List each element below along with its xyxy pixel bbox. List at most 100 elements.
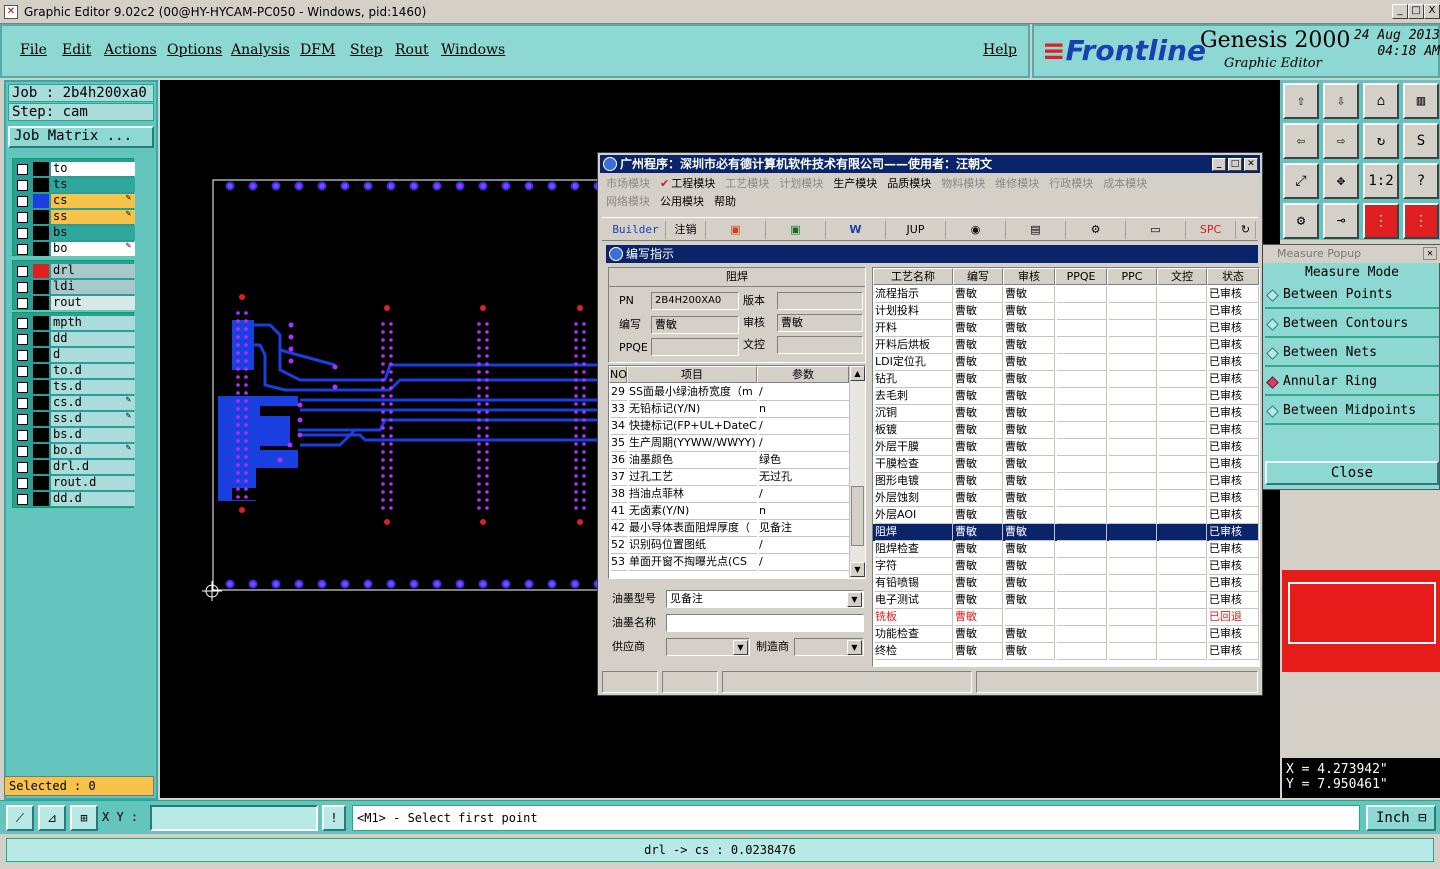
layer-name[interactable]: mpth (51, 316, 135, 330)
param-cell[interactable]: 33 (611, 401, 627, 418)
maker-select[interactable]: ▼ (794, 638, 864, 656)
scale-1-2-icon[interactable]: 1:2 (1363, 163, 1399, 199)
param-cell[interactable]: 42 (611, 520, 627, 537)
module-menu-item[interactable]: 品质模块 (887, 177, 931, 190)
layer-name[interactable]: drl.d (51, 460, 135, 474)
layer-color-swatch[interactable] (33, 162, 49, 176)
settings-icon[interactable]: ⚙ (1283, 203, 1319, 239)
layer-name[interactable]: rout.d (51, 476, 135, 490)
layer-checkbox[interactable] (17, 244, 28, 255)
layer-row-rout[interactable]: rout (13, 295, 135, 311)
dialog-close-button[interactable]: ✕ (1244, 158, 1258, 171)
layer-name[interactable]: ts.d (51, 380, 135, 394)
layer-color-swatch[interactable] (33, 316, 49, 330)
zoom-down-icon[interactable]: ⇩ (1323, 83, 1359, 119)
layer-checkbox[interactable] (17, 228, 28, 239)
writer-field[interactable]: 曹敏 (651, 316, 739, 334)
layer-row-ts[interactable]: ts (13, 177, 135, 193)
job-matrix-button[interactable]: Job Matrix ... (8, 126, 154, 148)
layer-name[interactable]: dd (51, 332, 135, 346)
process-row[interactable]: 钻孔 曹敏 曹敏 已审核 (873, 371, 1259, 388)
module-menu-item[interactable]: 网络模块 (606, 195, 650, 208)
pan-left-icon[interactable]: ⇦ (1283, 123, 1319, 159)
filter-icon[interactable]: ⋮ (1403, 203, 1439, 239)
process-row[interactable]: 阻焊 曹敏 曹敏 已审核 (873, 524, 1259, 541)
process-row[interactable]: 铣板 曹敏 已回退 (873, 609, 1259, 626)
param-cell[interactable]: 52 (611, 537, 627, 554)
layer-color-swatch[interactable] (33, 264, 49, 278)
layer-name[interactable]: rout (51, 296, 135, 310)
computer-icon[interactable]: ▭ (1126, 221, 1186, 239)
menu-dfm[interactable]: DFM (300, 42, 335, 58)
measure-option[interactable]: Between Midpoints (1265, 399, 1439, 425)
auditor-field[interactable]: 曹敏 (777, 314, 863, 332)
layer-color-swatch[interactable] (33, 460, 49, 474)
layer-name[interactable]: to (51, 162, 135, 176)
layer-checkbox[interactable] (17, 334, 28, 345)
ink-type-select[interactable]: 见备注 ▼ (666, 590, 864, 608)
refresh-icon[interactable]: ↻ (1236, 221, 1256, 239)
process-row[interactable]: 外层干膜 曹敏 曹敏 已审核 (873, 439, 1259, 456)
menu-step[interactable]: Step (350, 42, 382, 58)
zoom-center-icon[interactable]: ✥ (1323, 163, 1359, 199)
params-scrollbar[interactable]: ▲ ▼ (849, 366, 865, 578)
word-icon[interactable]: W (826, 221, 886, 239)
layer-checkbox[interactable] (17, 282, 28, 293)
layer-color-swatch[interactable] (33, 296, 49, 310)
layer-checkbox[interactable] (17, 494, 28, 505)
layer-checkbox[interactable] (17, 414, 28, 425)
menu-file[interactable]: File (20, 42, 47, 58)
param-cell[interactable]: 37 (611, 469, 627, 486)
layer-row-ldi[interactable]: ldi (13, 279, 135, 295)
snap-icon[interactable]: S (1403, 123, 1439, 159)
window-split-icon[interactable]: ▥ (1403, 83, 1439, 119)
layer-checkbox[interactable] (17, 462, 28, 473)
ppqe-field[interactable] (651, 338, 739, 356)
home-icon[interactable]: ⌂ (1363, 83, 1399, 119)
help-icon[interactable]: ? (1403, 163, 1439, 199)
layer-row-rout-d[interactable]: rout.d (13, 475, 135, 491)
layer-row-bo[interactable]: bo ✎ (13, 241, 135, 257)
param-cell[interactable]: / (759, 486, 849, 503)
layer-name[interactable]: d (51, 348, 135, 362)
scroll-thumb[interactable] (851, 486, 864, 546)
column-header[interactable]: PPQE (1055, 268, 1107, 285)
pn-field[interactable]: 2B4H200XA0 (651, 292, 739, 310)
dialog-minimize-button[interactable]: _ (1212, 158, 1226, 171)
param-cell[interactable]: 无铅标记(Y/N) (629, 401, 757, 418)
param-cell[interactable]: 挡油点菲林 (629, 486, 757, 503)
menu-help[interactable]: Help (983, 42, 1017, 58)
module-menu-item[interactable]: 市场模块 (606, 177, 650, 190)
param-cell[interactable]: 过孔工艺 (629, 469, 757, 486)
menu-edit[interactable]: Edit (62, 42, 91, 58)
module-menu-item[interactable]: 生产模块 (833, 177, 877, 190)
layer-color-swatch[interactable] (33, 476, 49, 490)
layer-row-cs[interactable]: cs ✎ (13, 193, 135, 209)
param-cell[interactable]: / (759, 384, 849, 401)
param-cell[interactable]: 绿色 (759, 452, 849, 469)
param-cell[interactable]: / (759, 554, 849, 571)
layer-row-drl[interactable]: drl (13, 263, 135, 279)
process-row[interactable]: 外层AOI 曹敏 曹敏 已审核 (873, 507, 1259, 524)
process-row[interactable]: 计划投料 曹敏 曹敏 已审核 (873, 303, 1259, 320)
layer-name[interactable]: to.d (51, 364, 135, 378)
view-icon[interactable]: ◉ (946, 221, 1006, 239)
layer-name[interactable]: drl (51, 264, 135, 278)
layer-checkbox[interactable] (17, 164, 28, 175)
layer-checkbox[interactable] (17, 366, 28, 377)
xy-input[interactable] (150, 805, 318, 831)
dropdown-arrow-icon[interactable]: ▼ (847, 640, 862, 655)
layer-row-drl-d[interactable]: drl.d (13, 459, 135, 475)
excel-icon[interactable]: ▣ (766, 221, 826, 239)
layer-row-ss[interactable]: ss ✎ (13, 209, 135, 225)
app-icon[interactable]: ✕ (4, 5, 18, 19)
gears-icon[interactable]: ⚙ (1066, 221, 1126, 239)
layer-color-swatch[interactable] (33, 444, 49, 458)
param-cell[interactable]: 生产周期(YYWW/WWYY) (629, 435, 757, 452)
layer-checkbox[interactable] (17, 318, 28, 329)
zoom-fit-icon[interactable]: ⤢ (1283, 163, 1319, 199)
param-cell[interactable]: 无过孔 (759, 469, 849, 486)
database-icon[interactable]: ▤ (1006, 221, 1066, 239)
layer-name[interactable]: ldi (51, 280, 135, 294)
layer-checkbox[interactable] (17, 430, 28, 441)
